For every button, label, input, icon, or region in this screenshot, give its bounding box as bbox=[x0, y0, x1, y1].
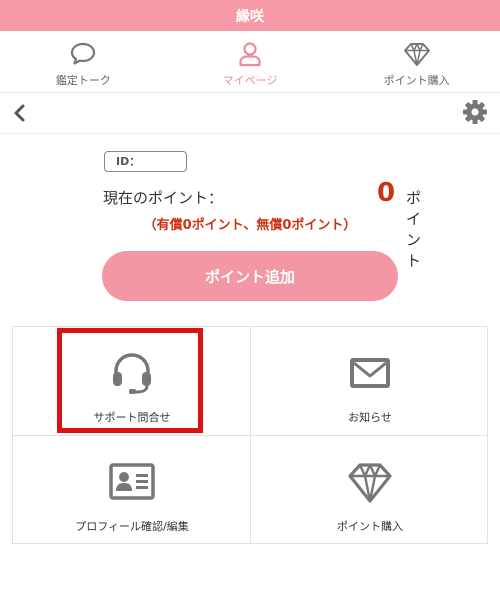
sub-header bbox=[0, 93, 500, 134]
speech-bubble-icon bbox=[71, 42, 96, 65]
menu-item-label: ポイント購入 bbox=[337, 520, 403, 533]
menu-grid: サポート問合せ お知らせ プロフィール確認/編集 ポイント購入 bbox=[12, 326, 488, 544]
person-icon bbox=[239, 42, 261, 67]
nav-label: ポイント購入 bbox=[383, 74, 450, 87]
current-points: 現在のポイント： 0 ポイント bbox=[103, 178, 421, 270]
top-nav: 鑑定トーク マイページ ポイント購入 bbox=[0, 31, 500, 93]
nav-label: 鑑定トーク bbox=[55, 74, 111, 87]
envelope-icon bbox=[350, 358, 390, 388]
menu-item-label: サポート問合せ bbox=[93, 411, 171, 424]
profile-card-icon bbox=[109, 463, 155, 500]
points-label: 現在のポイント： bbox=[103, 189, 224, 207]
app-title-bar: 縁咲 bbox=[0, 0, 500, 31]
back-chevron-icon[interactable] bbox=[10, 102, 30, 124]
diamond-icon bbox=[403, 43, 430, 66]
menu-item-profile[interactable]: プロフィール確認/編集 bbox=[13, 436, 251, 545]
gear-icon[interactable] bbox=[462, 99, 488, 125]
menu-item-label: お知らせ bbox=[348, 411, 392, 424]
points-value: 0 bbox=[377, 178, 396, 208]
menu-item-point-purchase[interactable]: ポイント購入 bbox=[251, 436, 489, 545]
menu-item-support[interactable]: サポート問合せ bbox=[13, 327, 251, 436]
add-points-label: ポイント追加 bbox=[204, 267, 295, 286]
diamond-icon bbox=[348, 463, 392, 503]
nav-item-mypage[interactable]: マイページ bbox=[167, 31, 334, 92]
nav-item-consult-talk[interactable]: 鑑定トーク bbox=[0, 31, 167, 92]
add-points-button[interactable]: ポイント追加 bbox=[102, 251, 398, 301]
app-title: 縁咲 bbox=[236, 8, 264, 25]
user-id-field: ID： bbox=[104, 151, 187, 172]
nav-item-point-purchase[interactable]: ポイント購入 bbox=[333, 31, 500, 92]
menu-item-notices[interactable]: お知らせ bbox=[251, 327, 489, 436]
headset-icon bbox=[113, 353, 151, 394]
grid-divider-horizontal bbox=[13, 435, 487, 436]
points-breakdown: （有償0ポイント、無償0ポイント） bbox=[143, 218, 357, 233]
nav-label: マイページ bbox=[222, 74, 278, 87]
user-id-label: ID： bbox=[116, 155, 141, 168]
menu-item-label: プロフィール確認/編集 bbox=[75, 520, 189, 533]
